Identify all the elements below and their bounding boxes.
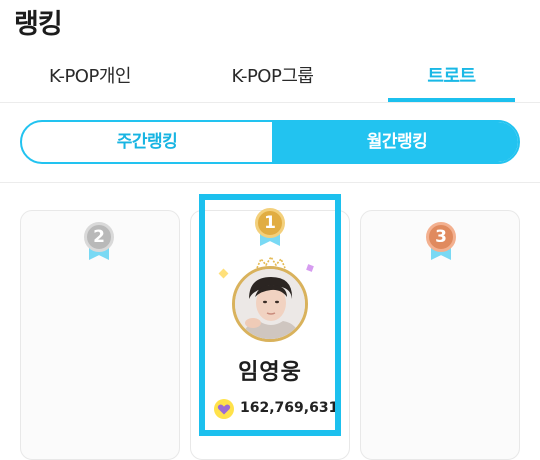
bronze-medal-icon: 3 bbox=[424, 222, 458, 268]
weekly-ranking-button[interactable]: 주간랭킹 bbox=[22, 122, 272, 162]
tab-kpop-solo[interactable]: K-POP개인 bbox=[30, 62, 150, 102]
category-tabs: K-POP개인 K-POP그룹 트로트 bbox=[0, 62, 540, 102]
rank-number: 1 bbox=[255, 208, 285, 238]
period-toggle: 주간랭킹 월간랭킹 bbox=[20, 120, 520, 164]
silver-medal-icon: 2 bbox=[82, 222, 116, 268]
page-title: 랭킹 bbox=[14, 9, 63, 40]
rank-number: 2 bbox=[84, 222, 114, 252]
monthly-ranking-button[interactable]: 월간랭킹 bbox=[272, 122, 518, 162]
tab-trot[interactable]: 트로트 bbox=[388, 62, 515, 102]
section-divider bbox=[0, 182, 540, 183]
rank-number: 3 bbox=[426, 222, 456, 252]
tab-kpop-group[interactable]: K-POP그룹 bbox=[205, 62, 340, 102]
tabs-divider bbox=[0, 102, 540, 103]
